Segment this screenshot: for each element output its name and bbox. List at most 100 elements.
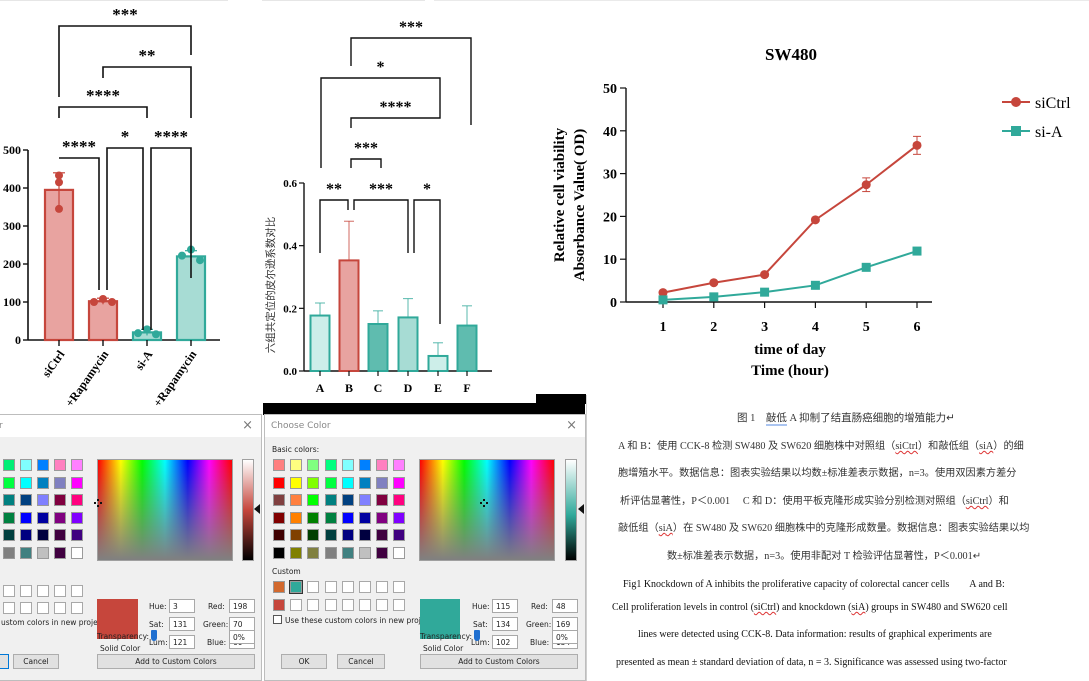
basic-color-swatch[interactable] — [393, 476, 406, 489]
crosshair-icon[interactable] — [94, 499, 103, 508]
custom-color-swatch[interactable] — [359, 581, 371, 593]
custom-color-swatch[interactable] — [307, 599, 320, 611]
basic-color-swatch[interactable] — [359, 546, 371, 559]
basic-color-swatch[interactable] — [324, 529, 337, 541]
custom-color-swatch[interactable] — [376, 581, 389, 593]
basic-color-swatch[interactable] — [37, 459, 49, 471]
basic-color-swatch[interactable] — [54, 511, 66, 524]
basic-color-swatch[interactable] — [54, 494, 66, 506]
custom-color-swatch[interactable] — [54, 602, 66, 614]
luminosity-arrow-icon[interactable] — [578, 504, 584, 514]
custom-color-swatch[interactable] — [324, 599, 337, 611]
color-spectrum[interactable] — [419, 459, 555, 561]
basic-color-swatch[interactable] — [393, 511, 406, 524]
basic-color-swatch[interactable] — [37, 511, 49, 524]
basic-color-swatch[interactable] — [20, 476, 32, 489]
custom-color-swatch[interactable] — [359, 599, 371, 611]
basic-color-swatch[interactable] — [359, 459, 371, 471]
basic-color-swatch[interactable] — [290, 546, 303, 559]
ok-button[interactable] — [0, 654, 9, 669]
basic-color-swatch[interactable] — [359, 494, 371, 506]
basic-color-swatch[interactable] — [341, 529, 354, 541]
basic-color-swatch[interactable] — [376, 546, 389, 559]
basic-color-swatch[interactable] — [3, 494, 15, 506]
transparency-input[interactable]: 0% — [229, 630, 255, 644]
basic-color-swatch[interactable] — [273, 476, 285, 489]
basic-color-swatch[interactable] — [290, 529, 303, 541]
basic-color-swatch[interactable] — [273, 459, 285, 471]
basic-color-swatch[interactable] — [341, 476, 354, 489]
basic-color-swatch[interactable] — [37, 494, 49, 506]
custom-color-swatch[interactable] — [341, 581, 354, 593]
basic-color-swatch[interactable] — [393, 459, 406, 471]
basic-color-swatch[interactable] — [307, 511, 320, 524]
basic-color-swatch[interactable] — [393, 546, 406, 559]
basic-color-swatch[interactable] — [37, 529, 49, 541]
basic-color-swatch[interactable] — [20, 511, 32, 524]
basic-color-swatch[interactable] — [71, 476, 83, 489]
custom-color-swatch[interactable] — [37, 585, 49, 597]
hue-input[interactable]: 115 — [492, 599, 518, 613]
custom-color-swatch[interactable] — [290, 599, 303, 611]
red-input[interactable]: 198 — [229, 599, 255, 613]
basic-color-swatch[interactable] — [273, 494, 285, 506]
basic-color-swatch[interactable] — [307, 494, 320, 506]
basic-color-swatch[interactable] — [341, 511, 354, 524]
custom-color-swatch[interactable] — [37, 602, 49, 614]
custom-color-swatch[interactable] — [20, 602, 32, 614]
basic-color-swatch[interactable] — [341, 494, 354, 506]
lum-input[interactable]: 102 — [492, 635, 518, 649]
custom-color-swatch[interactable] — [3, 602, 15, 614]
cancel-button[interactable]: Cancel — [337, 654, 385, 669]
basic-color-swatch[interactable] — [3, 476, 15, 489]
basic-color-swatch[interactable] — [37, 546, 49, 559]
basic-color-swatch[interactable] — [290, 511, 303, 524]
basic-color-swatch[interactable] — [273, 511, 285, 524]
basic-color-swatch[interactable] — [54, 459, 66, 471]
luminosity-bar[interactable] — [565, 459, 577, 561]
cancel-button[interactable]: Cancel — [13, 654, 59, 669]
custom-color-swatch[interactable] — [71, 585, 83, 597]
custom-color-swatch[interactable] — [289, 580, 304, 594]
basic-color-swatch[interactable] — [54, 529, 66, 541]
add-to-custom-colors-button[interactable]: Add to Custom Colors — [97, 654, 255, 669]
close-icon[interactable]: × — [242, 418, 253, 433]
lum-input[interactable]: 121 — [169, 635, 195, 649]
basic-color-swatch[interactable] — [359, 511, 371, 524]
basic-color-swatch[interactable] — [3, 529, 15, 541]
sat-input[interactable]: 131 — [169, 617, 195, 631]
basic-color-swatch[interactable] — [324, 546, 337, 559]
basic-color-swatch[interactable] — [376, 529, 389, 541]
basic-color-swatch[interactable] — [71, 459, 83, 471]
basic-color-swatch[interactable] — [273, 546, 285, 559]
basic-color-swatch[interactable] — [290, 494, 303, 506]
basic-color-swatch[interactable] — [71, 529, 83, 541]
basic-color-swatch[interactable] — [376, 494, 389, 506]
basic-color-swatch[interactable] — [307, 459, 320, 471]
basic-color-swatch[interactable] — [324, 511, 337, 524]
basic-color-swatch[interactable] — [20, 494, 32, 506]
basic-color-swatch[interactable] — [307, 476, 320, 489]
basic-color-swatch[interactable] — [54, 476, 66, 489]
basic-color-swatch[interactable] — [20, 546, 32, 559]
basic-color-swatch[interactable] — [290, 476, 303, 489]
basic-color-swatch[interactable] — [376, 459, 389, 471]
red-input[interactable]: 48 — [552, 599, 578, 613]
green-input[interactable]: 169 — [552, 617, 578, 631]
basic-color-swatch[interactable] — [20, 459, 32, 471]
transparency-slider-thumb[interactable] — [151, 630, 157, 641]
basic-color-swatch[interactable] — [359, 476, 371, 489]
custom-color-swatch[interactable] — [393, 599, 406, 611]
basic-color-swatch[interactable] — [324, 476, 337, 489]
basic-color-swatch[interactable] — [71, 546, 83, 559]
basic-color-swatch[interactable] — [393, 494, 406, 506]
basic-color-swatch[interactable] — [359, 529, 371, 541]
basic-color-swatch[interactable] — [307, 546, 320, 559]
basic-color-swatch[interactable] — [324, 494, 337, 506]
basic-color-swatch[interactable] — [290, 459, 303, 471]
custom-color-swatch[interactable] — [71, 602, 83, 614]
basic-color-swatch[interactable] — [393, 529, 406, 541]
custom-color-swatch[interactable] — [273, 581, 285, 593]
custom-color-swatch[interactable] — [376, 599, 389, 611]
custom-color-swatch[interactable] — [54, 585, 66, 597]
